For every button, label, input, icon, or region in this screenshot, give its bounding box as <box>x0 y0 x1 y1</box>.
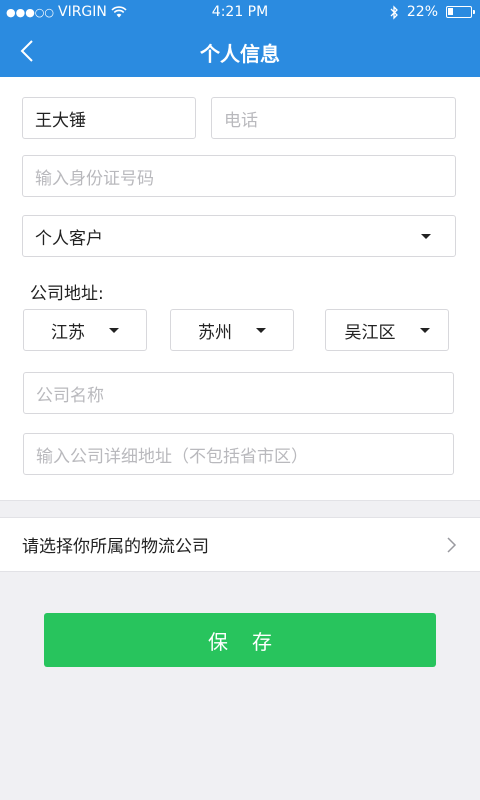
id-number-field[interactable]: 输入身份证号码 <box>22 155 456 197</box>
save-button[interactable]: 保存 <box>44 613 436 667</box>
status-right: 22% <box>389 4 475 20</box>
nav-bar: 个人信息 <box>0 25 480 77</box>
phone-field[interactable]: 电话 <box>211 97 456 139</box>
province-select[interactable]: 江苏 <box>23 309 147 351</box>
province-value: 江苏 <box>51 322 85 343</box>
phone-placeholder: 电话 <box>224 110 258 131</box>
detail-address-placeholder: 输入公司详细地址（不包括省市区） <box>36 446 308 467</box>
page-title: 个人信息 <box>200 42 280 66</box>
district-value: 吴江区 <box>344 322 396 343</box>
logistics-company-row[interactable]: 请选择你所属的物流公司 <box>0 517 480 572</box>
company-name-field[interactable]: 公司名称 <box>23 372 454 414</box>
city-value: 苏州 <box>198 322 232 343</box>
company-name-placeholder: 公司名称 <box>36 385 104 406</box>
name-field[interactable]: 王大锤 <box>22 97 196 139</box>
caret-down-icon <box>421 233 431 239</box>
id-number-placeholder: 输入身份证号码 <box>35 168 154 189</box>
caret-down-icon <box>109 327 119 333</box>
customer-type-value: 个人客户 <box>35 228 103 249</box>
battery-percent: 22% <box>406 4 438 20</box>
battery-fill <box>448 8 453 15</box>
chevron-right-icon <box>447 536 457 553</box>
caret-down-icon <box>256 327 266 333</box>
address-label: 公司地址: <box>30 284 104 304</box>
detail-address-field[interactable]: 输入公司详细地址（不包括省市区） <box>23 433 454 475</box>
name-value: 王大锤 <box>35 110 86 131</box>
city-select[interactable]: 苏州 <box>170 309 294 351</box>
bluetooth-icon <box>390 4 398 20</box>
battery-icon <box>446 6 475 18</box>
status-bar: ●●●○○ VIRGIN 4:21 PM 22% <box>0 0 480 25</box>
logistics-company-label: 请选择你所属的物流公司 <box>22 537 209 557</box>
info-form: 王大锤 电话 输入身份证号码 个人客户 公司地址: 江苏 苏州 吴江区 公司名称… <box>0 77 480 501</box>
district-select[interactable]: 吴江区 <box>325 309 449 351</box>
caret-down-icon <box>419 327 430 333</box>
customer-type-select[interactable]: 个人客户 <box>22 215 456 257</box>
